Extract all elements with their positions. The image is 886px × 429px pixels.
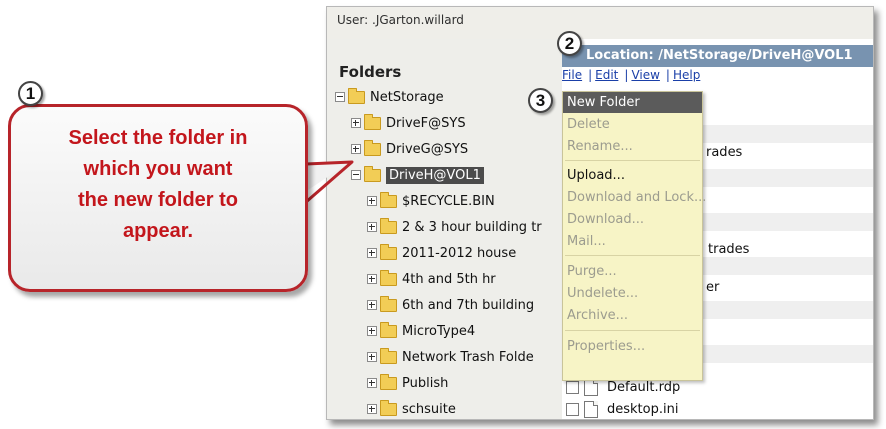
menu-separator	[565, 160, 700, 161]
folder-icon	[380, 399, 397, 416]
menu-view[interactable]: View	[631, 68, 659, 82]
user-bar: User: .JGarton.willard	[327, 7, 873, 39]
checkbox[interactable]	[566, 380, 579, 394]
tree-label: Publish	[402, 375, 449, 391]
step-badge-1: 1	[18, 81, 43, 106]
tree-label: Network Trash Folde	[402, 349, 534, 365]
menu-separator	[565, 330, 700, 331]
menu-separator: |	[665, 68, 670, 82]
tree-label: DriveF@SYS	[386, 115, 466, 131]
file-name: desktop.ini	[607, 401, 679, 417]
list-item-text: trades	[708, 242, 750, 257]
callout-line: the new folder to	[78, 189, 238, 211]
expand-icon[interactable]	[367, 378, 377, 388]
tree-node-child[interactable]: 4th and 5th hr	[367, 269, 496, 289]
step-badge-3: 3	[528, 88, 553, 113]
menu-item-undelete[interactable]: Undelete...	[563, 283, 702, 304]
step-badge-2: 2	[557, 31, 582, 56]
tree-label: MicroType4	[402, 323, 476, 339]
menu-item-properties[interactable]: Properties...	[563, 336, 702, 357]
tree-node-child[interactable]: Network Trash Folde	[367, 347, 534, 367]
collapse-icon[interactable]	[335, 92, 345, 102]
tree-label: 4th and 5th hr	[402, 271, 496, 287]
tree-node-child[interactable]: schsuite	[367, 399, 456, 419]
file-name: Default.rdp	[607, 379, 681, 395]
callout-line: which you want	[83, 158, 233, 180]
menu-item-delete[interactable]: Delete	[563, 114, 702, 135]
menu-item-rename[interactable]: Rename...	[563, 136, 702, 157]
folder-icon	[380, 217, 397, 234]
menu-item-mail[interactable]: Mail...	[563, 231, 702, 252]
folders-pane: Folders NetStorage DriveF@SYS DriveG@SYS	[327, 39, 562, 419]
folder-icon	[380, 373, 397, 390]
tree-node-child[interactable]: 6th and 7th building	[367, 295, 534, 315]
tree-label: NetStorage	[370, 89, 444, 105]
folder-icon	[380, 321, 397, 338]
callout-line: Select the folder in	[68, 127, 248, 149]
folder-icon	[364, 113, 381, 130]
menu-item-purge[interactable]: Purge...	[563, 261, 702, 282]
user-label: User: .JGarton.willard	[337, 13, 464, 27]
tree-label: $RECYCLE.BIN	[402, 193, 495, 209]
document-icon	[584, 400, 598, 418]
menu-bar: File | Edit | View | Help	[562, 68, 700, 86]
tree-label: schsuite	[402, 401, 456, 417]
expand-icon[interactable]	[367, 352, 377, 362]
file-row[interactable]: desktop.ini	[566, 399, 678, 419]
tree-node-child[interactable]: MicroType4	[367, 321, 475, 341]
folder-icon	[380, 295, 397, 312]
menu-item-archive[interactable]: Archive...	[563, 305, 702, 326]
checkbox[interactable]	[566, 402, 579, 416]
callout-text: Select the folder in which you want the …	[11, 123, 305, 247]
netstorage-window: User: .JGarton.willard Folders NetStorag…	[326, 6, 874, 420]
expand-icon[interactable]	[367, 326, 377, 336]
menu-separator: |	[624, 68, 629, 82]
tree-node-child[interactable]: 2011-2012 house	[367, 243, 516, 263]
document-icon	[584, 378, 598, 396]
folder-icon	[380, 191, 397, 208]
menu-item-download[interactable]: Download...	[563, 209, 702, 230]
instruction-callout: Select the folder in which you want the …	[8, 104, 308, 292]
menu-item-upload[interactable]: Upload...	[563, 165, 702, 186]
tree-node-driveh-selected[interactable]: DriveH@VOL1	[351, 165, 484, 185]
menu-file[interactable]: File	[562, 68, 582, 82]
list-item-text: rades	[706, 145, 743, 160]
expand-icon[interactable]	[367, 274, 377, 284]
expand-icon[interactable]	[351, 118, 361, 128]
tree-label: 2011-2012 house	[402, 245, 517, 261]
tree-label: 6th and 7th building	[402, 297, 535, 313]
tree-node-netstorage[interactable]: NetStorage	[335, 87, 444, 107]
menu-help[interactable]: Help	[673, 68, 700, 82]
menu-separator	[565, 255, 700, 256]
tree-label: DriveG@SYS	[386, 141, 469, 157]
folders-header: Folders	[339, 63, 402, 81]
tree-node-child[interactable]: 2 & 3 hour building tr	[367, 217, 542, 237]
folder-icon	[380, 243, 397, 260]
tree-label: DriveH@VOL1	[386, 166, 484, 184]
folder-icon	[380, 347, 397, 364]
expand-icon[interactable]	[367, 300, 377, 310]
list-item-text: er	[706, 280, 720, 295]
folder-icon	[380, 269, 397, 286]
expand-icon[interactable]	[351, 144, 361, 154]
location-bar: Location: /NetStorage/DriveH@VOL1	[562, 45, 873, 67]
menu-item-download-lock[interactable]: Download and Lock...	[563, 187, 706, 208]
menu-item-new-folder[interactable]: New Folder	[563, 92, 702, 113]
location-label: Location: /NetStorage/DriveH@VOL1	[586, 48, 853, 63]
tree-node-drivef[interactable]: DriveF@SYS	[351, 113, 466, 133]
tree-label: 2 & 3 hour building tr	[402, 219, 542, 235]
menu-separator: |	[588, 68, 593, 82]
expand-icon[interactable]	[367, 222, 377, 232]
menu-edit[interactable]: Edit	[595, 68, 618, 82]
expand-icon[interactable]	[367, 404, 377, 414]
callout-line: appear.	[122, 220, 194, 242]
folder-open-icon	[348, 87, 365, 104]
file-context-menu: New Folder Delete Rename... Upload... Do…	[562, 91, 706, 381]
expand-icon[interactable]	[367, 248, 377, 258]
tree-node-child[interactable]: Publish	[367, 373, 448, 393]
tree-node-child[interactable]: $RECYCLE.BIN	[367, 191, 495, 211]
